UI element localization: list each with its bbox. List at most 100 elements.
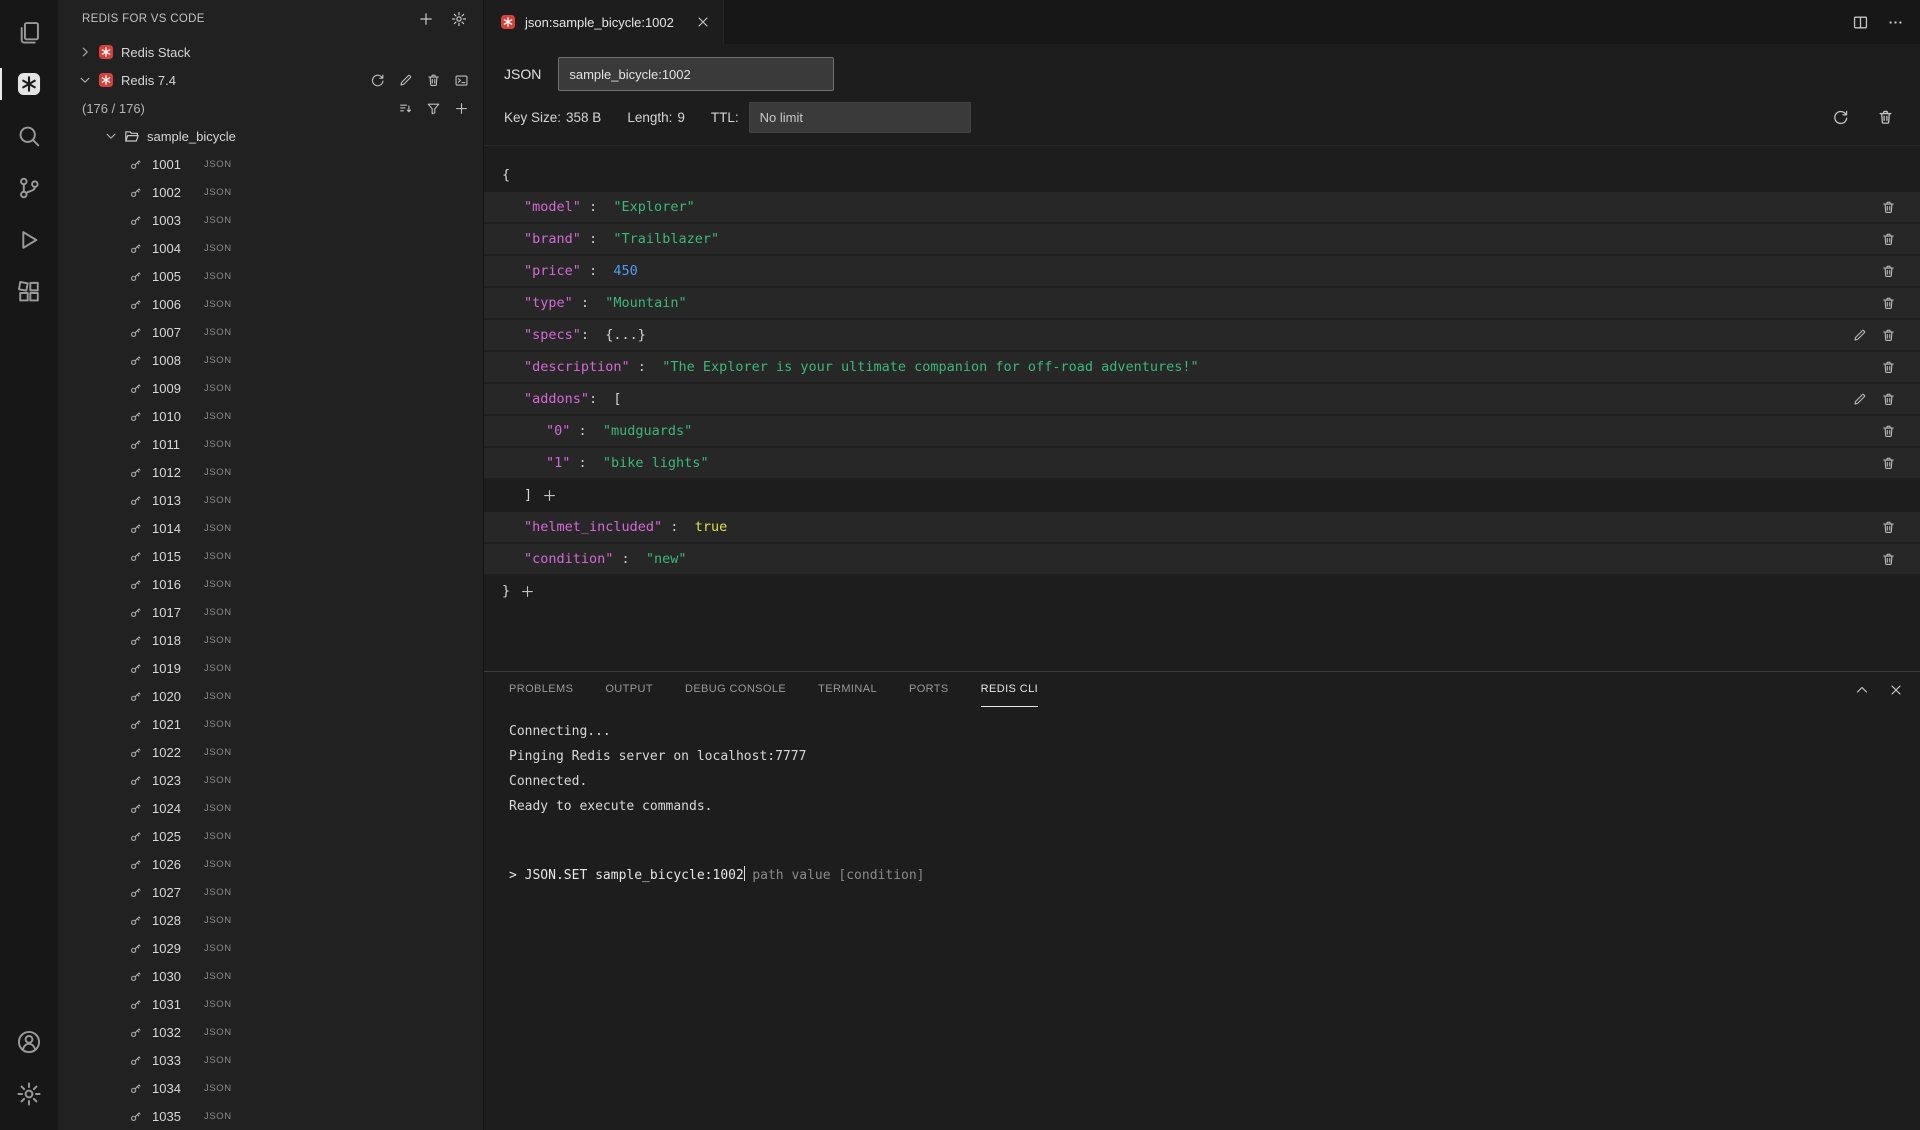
tree-key-item-1015[interactable]: 1015JSON — [58, 542, 483, 570]
delete-field-icon[interactable] — [1881, 328, 1896, 343]
json-field-row[interactable]: "brand" : "Trailblazer" — [484, 224, 1920, 254]
delete-field-icon[interactable] — [1881, 296, 1896, 311]
delete-field-icon[interactable] — [1881, 232, 1896, 247]
add-key-icon[interactable] — [454, 101, 469, 116]
tree-key-item-1016[interactable]: 1016JSON — [58, 570, 483, 598]
json-field-row[interactable]: "helmet_included" : true — [484, 512, 1920, 542]
json-field-row[interactable]: "description" : "The Explorer is your ul… — [484, 352, 1920, 382]
tree-key-item-1013[interactable]: 1013JSON — [58, 486, 483, 514]
panel-tab-redis-cli[interactable]: REDIS CLI — [981, 672, 1038, 707]
tree-item-sample-bicycle[interactable]: sample_bicycle — [58, 122, 483, 150]
tree-key-item-1018[interactable]: 1018JSON — [58, 626, 483, 654]
open-cli-icon[interactable] — [454, 73, 469, 88]
edit-database-icon[interactable] — [398, 73, 413, 88]
tree-key-item-1001[interactable]: 1001JSON — [58, 150, 483, 178]
json-value[interactable]: true — [695, 519, 728, 535]
tree-key-item-1026[interactable]: 1026JSON — [58, 850, 483, 878]
tree-key-item-1024[interactable]: 1024JSON — [58, 794, 483, 822]
panel-tab-terminal[interactable]: TERMINAL — [818, 672, 877, 707]
redis-cli-terminal[interactable]: Connecting...Pinging Redis server on loc… — [484, 707, 1920, 1130]
tree-item-redis-stack[interactable]: Redis Stack — [58, 38, 483, 66]
tree-key-item-1020[interactable]: 1020JSON — [58, 682, 483, 710]
panel-tab-debug-console[interactable]: DEBUG CONSOLE — [685, 672, 786, 707]
tree-key-item-1012[interactable]: 1012JSON — [58, 458, 483, 486]
panel-close-icon[interactable] — [1888, 682, 1904, 698]
more-actions-icon[interactable] — [1887, 14, 1904, 31]
sidebar-settings-icon[interactable] — [451, 11, 467, 27]
json-field-row[interactable]: "price" : 450 — [484, 256, 1920, 286]
activity-item-run-debug[interactable] — [0, 214, 58, 266]
tree-key-item-1010[interactable]: 1010JSON — [58, 402, 483, 430]
delete-field-icon[interactable] — [1881, 200, 1896, 215]
json-value[interactable]: "bike lights" — [603, 455, 709, 471]
tree-key-item-1027[interactable]: 1027JSON — [58, 878, 483, 906]
delete-field-icon[interactable] — [1881, 424, 1896, 439]
tree-key-item-1031[interactable]: 1031JSON — [58, 990, 483, 1018]
activity-item-redis[interactable] — [0, 58, 58, 110]
json-field-row[interactable]: "specs": {...} — [484, 320, 1920, 350]
tab-close-icon[interactable] — [695, 14, 711, 30]
refresh-database-icon[interactable] — [370, 73, 385, 88]
tree-key-item-1007[interactable]: 1007JSON — [58, 318, 483, 346]
tree-key-item-1022[interactable]: 1022JSON — [58, 738, 483, 766]
tree-key-item-1014[interactable]: 1014JSON — [58, 514, 483, 542]
json-value[interactable]: "new" — [646, 551, 687, 567]
tree-key-item-1003[interactable]: 1003JSON — [58, 206, 483, 234]
tree-key-item-1032[interactable]: 1032JSON — [58, 1018, 483, 1046]
tree-key-item-1005[interactable]: 1005JSON — [58, 262, 483, 290]
tree-key-item-1025[interactable]: 1025JSON — [58, 822, 483, 850]
split-editor-icon[interactable] — [1852, 14, 1869, 31]
activity-item-search[interactable] — [0, 110, 58, 162]
tree-key-item-1023[interactable]: 1023JSON — [58, 766, 483, 794]
delete-field-icon[interactable] — [1881, 360, 1896, 375]
tree-key-item-1008[interactable]: 1008JSON — [58, 346, 483, 374]
edit-field-icon[interactable] — [1852, 328, 1867, 343]
json-value[interactable]: 450 — [613, 263, 637, 279]
delete-field-icon[interactable] — [1881, 456, 1896, 471]
panel-maximize-icon[interactable] — [1854, 682, 1870, 698]
delete-field-icon[interactable] — [1881, 552, 1896, 567]
panel-tab-problems[interactable]: PROBLEMS — [509, 672, 573, 707]
tree-key-item-1021[interactable]: 1021JSON — [58, 710, 483, 738]
edit-field-icon[interactable] — [1852, 392, 1867, 407]
activity-item-extensions[interactable] — [0, 266, 58, 318]
json-field-row[interactable]: "condition" : "new" — [484, 544, 1920, 574]
tree-key-item-1004[interactable]: 1004JSON — [58, 234, 483, 262]
add-database-icon[interactable] — [418, 11, 434, 27]
activity-item-account[interactable] — [0, 1016, 58, 1068]
json-value[interactable]: "Mountain" — [605, 295, 686, 311]
json-value[interactable]: "Explorer" — [613, 199, 694, 215]
panel-tab-ports[interactable]: PORTS — [909, 672, 949, 707]
cli-prompt-line[interactable]: > JSON.SET sample_bicycle:1002path value… — [509, 863, 1920, 888]
delete-database-icon[interactable] — [426, 73, 441, 88]
json-field-row[interactable]: "1" : "bike lights" — [484, 448, 1920, 478]
tree-key-item-1029[interactable]: 1029JSON — [58, 934, 483, 962]
tree-key-item-1033[interactable]: 1033JSON — [58, 1046, 483, 1074]
activity-item-source-control[interactable] — [0, 162, 58, 214]
json-value[interactable]: "Trailblazer" — [613, 231, 719, 247]
filter-keys-icon[interactable] — [426, 101, 441, 116]
json-field-row[interactable]: "0" : "mudguards" — [484, 416, 1920, 446]
tree-key-item-1011[interactable]: 1011JSON — [58, 430, 483, 458]
delete-field-icon[interactable] — [1881, 392, 1896, 407]
key-name-input[interactable] — [558, 57, 834, 91]
tree-key-item-1035[interactable]: 1035JSON — [58, 1102, 483, 1130]
tree-key-item-1006[interactable]: 1006JSON — [58, 290, 483, 318]
json-value[interactable]: "The Explorer is your ultimate companion… — [662, 359, 1198, 375]
sort-keys-icon[interactable] — [398, 101, 413, 116]
activity-item-settings[interactable] — [0, 1068, 58, 1120]
tree-key-item-1017[interactable]: 1017JSON — [58, 598, 483, 626]
tree-key-item-1028[interactable]: 1028JSON — [58, 906, 483, 934]
json-field-row[interactable]: "addons": [ — [484, 384, 1920, 414]
delete-field-icon[interactable] — [1881, 520, 1896, 535]
tree-item-redis-7-4[interactable]: Redis 7.4 — [58, 66, 483, 94]
add-field-icon[interactable] — [520, 584, 535, 599]
json-value[interactable]: [ — [613, 391, 621, 407]
tree-key-item-1019[interactable]: 1019JSON — [58, 654, 483, 682]
panel-tab-output[interactable]: OUTPUT — [605, 672, 653, 707]
editor-tab-json-sample-bicycle-1002[interactable]: json:sample_bicycle:1002 — [484, 0, 724, 44]
tree-key-item-1034[interactable]: 1034JSON — [58, 1074, 483, 1102]
activity-item-explorer[interactable] — [0, 6, 58, 58]
add-field-icon[interactable] — [542, 488, 557, 503]
tree-key-item-1002[interactable]: 1002JSON — [58, 178, 483, 206]
